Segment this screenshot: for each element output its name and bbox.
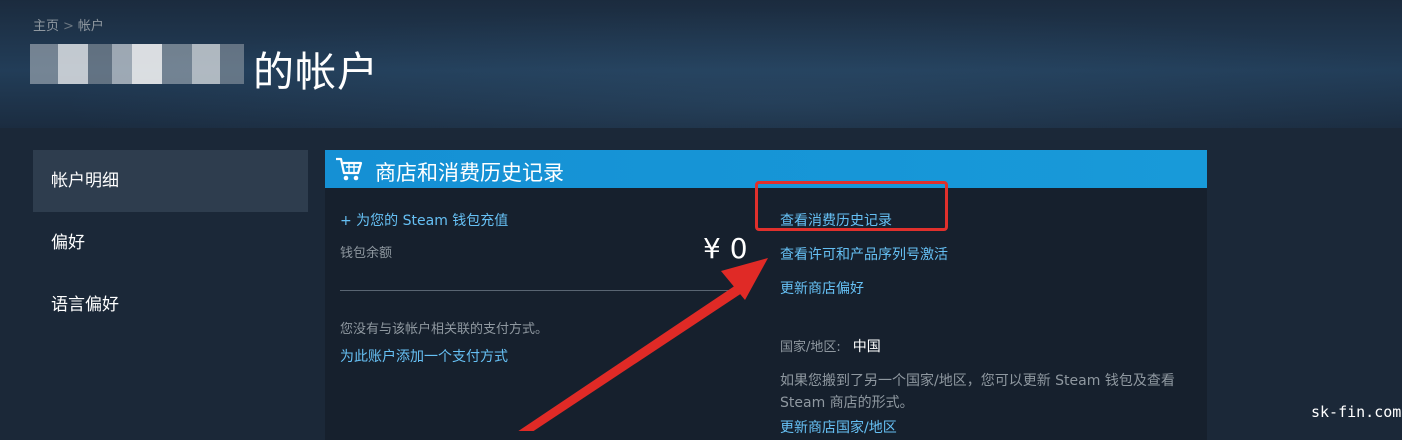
divider (340, 290, 750, 291)
add-payment-method-link[interactable]: 为此账户添加一个支付方式 (340, 346, 508, 366)
country-row: 国家/地区: 中国 (780, 336, 881, 356)
update-store-preferences-link[interactable]: 更新商店偏好 (780, 278, 864, 298)
sidebar-item-language[interactable]: 语言偏好 (33, 274, 308, 336)
update-store-country-link[interactable]: 更新商店国家/地区 (780, 417, 897, 437)
breadcrumb: 主页 > 帐户 (33, 15, 104, 34)
sidebar-item-preferences[interactable]: 偏好 (33, 212, 308, 274)
sidebar-item-account-details[interactable]: 帐户明细 (33, 150, 308, 212)
country-note: 如果您搬到了另一个国家/地区，您可以更新 Steam 钱包及查看 Steam 商… (780, 373, 1175, 411)
sidebar-item-label: 帐户明细 (51, 171, 119, 191)
page-title: 的帐户 (253, 48, 379, 96)
watermark-text: sk-fin.com (1311, 403, 1402, 421)
breadcrumb-separator: > (63, 19, 74, 34)
wallet-balance-label: 钱包余额 (340, 246, 393, 261)
add-wallet-funds-link[interactable]: + 为您的 Steam 钱包充值 (340, 210, 508, 230)
cart-icon (336, 157, 363, 181)
panel-title: 商店和消费历史记录 (375, 161, 564, 185)
breadcrumb-home[interactable]: 主页 (33, 19, 59, 34)
breadcrumb-current: 帐户 (77, 19, 104, 34)
country-label: 国家/地区: (780, 340, 841, 355)
account-sidebar: 帐户明细 偏好 语言偏好 (33, 150, 308, 336)
country-value: 中国 (852, 339, 881, 355)
sidebar-item-label: 语言偏好 (51, 295, 119, 315)
highlight-annotation-box (755, 181, 948, 231)
view-licenses-link[interactable]: 查看许可和产品序列号激活 (780, 244, 948, 264)
no-payment-text: 您没有与该帐户相关联的支付方式。 (340, 322, 549, 337)
username-redacted (30, 44, 244, 84)
wallet-balance-amount: ¥ 0 (703, 232, 748, 265)
sidebar-item-label: 偏好 (51, 233, 85, 253)
